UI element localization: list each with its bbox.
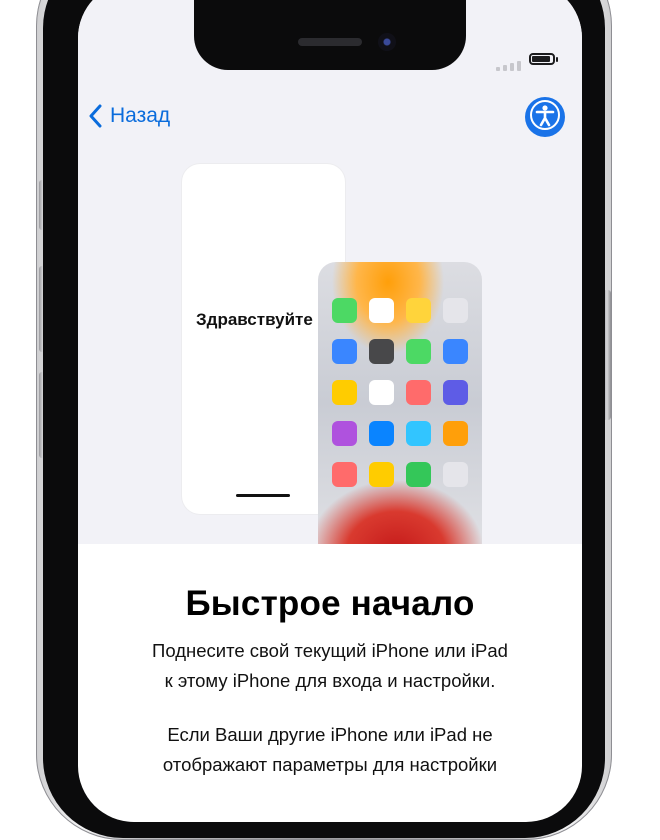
greeting-text: Здравствуйте <box>196 310 313 329</box>
accessibility-button[interactable] <box>525 97 565 137</box>
app-icon-1 <box>332 298 357 323</box>
chevron-left-icon <box>88 104 102 128</box>
app-icon-8 <box>443 339 468 364</box>
app-icon-17 <box>332 462 357 487</box>
back-label: Назад <box>110 104 171 127</box>
app-icon-3 <box>406 298 431 323</box>
app-icon-5 <box>332 339 357 364</box>
description-line-2: к этому iPhone для входа и настройки. <box>164 670 496 691</box>
app-icon-7 <box>406 339 431 364</box>
front-camera <box>378 33 396 51</box>
app-icon-20 <box>443 462 468 487</box>
app-icon-grid <box>332 298 468 487</box>
description-line-1: Поднесите свой текущий iPhone или iPad <box>152 640 508 661</box>
back-button[interactable]: Назад <box>88 104 170 128</box>
app-icon-4 <box>443 298 468 323</box>
page-title: Быстрое начало <box>185 584 475 623</box>
home-indicator <box>236 494 290 497</box>
app-icon-11 <box>406 380 431 405</box>
app-icon-14 <box>369 421 394 446</box>
app-icon-18 <box>369 462 394 487</box>
earpiece-speaker <box>298 38 362 46</box>
app-icon-19 <box>406 462 431 487</box>
notch <box>194 0 466 70</box>
app-icon-15 <box>406 421 431 446</box>
app-icon-6 <box>369 339 394 364</box>
app-icon-10 <box>369 380 394 405</box>
current-phone-illustration <box>318 262 482 544</box>
screen: Назад Здравствуйте Быстрое начало Поднес… <box>78 0 582 822</box>
signal-icon <box>496 61 521 71</box>
app-icon-12 <box>443 380 468 405</box>
description-line-3: Если Ваши другие iPhone или iPad не <box>167 724 493 745</box>
accessibility-icon <box>529 99 561 136</box>
description-line-4: отображают параметры для настройки <box>162 754 498 775</box>
app-icon-16 <box>443 421 468 446</box>
app-icon-13 <box>332 421 357 446</box>
app-icon-2 <box>369 298 394 323</box>
battery-icon <box>529 53 558 65</box>
app-icon-9 <box>332 380 357 405</box>
